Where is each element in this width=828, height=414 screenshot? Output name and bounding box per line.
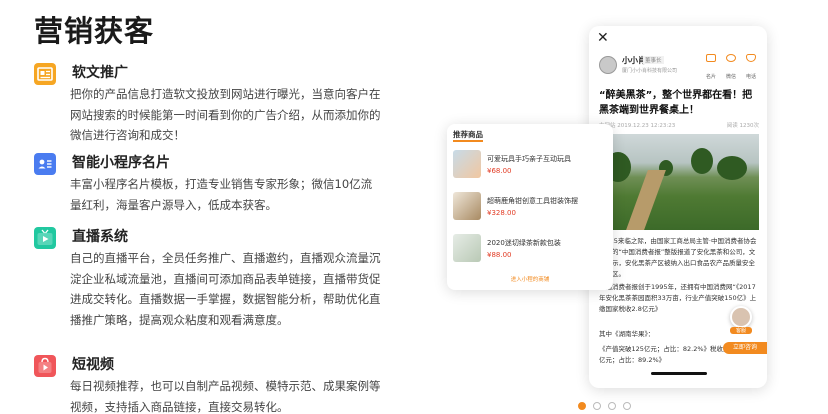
article-headline: “醉美黑茶”，整个世界都在看！把黑茶端到世界餐桌上！ (599, 90, 753, 116)
wechat-action-button[interactable]: 微信 (721, 54, 741, 82)
product-thumbnail (453, 150, 481, 178)
feature-short-video: 短视频 每日视频推荐，也可以自制产品视频、模特示范、成果案例等视频，支持插入商品… (34, 354, 381, 414)
pagination-dot[interactable] (593, 402, 601, 410)
feature-desc: 丰富小程序名片模板，打造专业销售专家形象；微信10亿流量红利，海量客户源导入，低… (70, 177, 373, 212)
feature-desc: 自己的直播平台，全员任务推广、直播邀约，直播观众流量沉淀企业私域流量池，直播间可… (70, 251, 381, 327)
article-source: 其中《湖南华果》： (599, 330, 655, 338)
enter-shop-link[interactable]: 进入小程的商铺 (447, 275, 613, 283)
card-action-button[interactable]: 名片 (701, 54, 721, 82)
profile-company: 厦门小小肖科技有限公司 (622, 68, 678, 74)
feature-title: 智能小程序名片 (72, 155, 170, 171)
close-icon[interactable]: ✕ (597, 30, 609, 46)
feature-mini-program-card: 智能小程序名片 丰富小程序名片模板，打造专业销售专家形象；微信10亿流量红利，海… (34, 152, 372, 216)
card-title: 推荐商品 (453, 130, 483, 142)
avatar (599, 56, 617, 74)
phone-icon (746, 54, 756, 62)
product-item[interactable]: 超萌鹿角钳创意工具钳装饰摆 ¥328.00 (453, 192, 607, 232)
live-play-icon (34, 227, 56, 249)
phone-action-button[interactable]: 电话 (741, 54, 761, 82)
article-photo (599, 134, 759, 230)
product-thumbnail (453, 192, 481, 220)
feature-title: 软文推广 (72, 65, 128, 81)
phone-article-preview: ✕ 小小肖 董事长 厦门小小肖科技有限公司 名片 微信 电话 “醉美黑茶”，整个… (589, 26, 767, 388)
pagination-dot[interactable] (608, 402, 616, 410)
product-item[interactable]: 可爱玩具手巧亲子互动玩具 ¥68.00 (453, 150, 607, 190)
card-icon (706, 54, 716, 62)
product-thumbnail (453, 234, 481, 262)
article-meta: 市网站 2019.12.23 12:23:23 阅读 1230次 (599, 123, 759, 129)
video-bag-icon (34, 355, 56, 377)
pagination-dot[interactable] (623, 402, 631, 410)
consult-button[interactable]: 立即咨询 (723, 342, 767, 354)
page-title: 营销获客 (34, 14, 155, 48)
article-icon (34, 63, 56, 85)
feature-article-promotion: 软文推广 把你的产品信息打造软文投放到网站进行曝光，当意向客户在网站搜索的时候能… (34, 62, 381, 142)
business-card-icon (34, 153, 56, 175)
profile-role: 董事长 (643, 56, 664, 64)
recommended-products-card: 推荐商品 可爱玩具手巧亲子互动玩具 ¥68.00 超萌鹿角钳创意工具钳装饰摆 ¥… (447, 124, 613, 290)
product-item[interactable]: 2020迷切绿茶新款包装 ¥88.00 (453, 234, 607, 274)
feature-live-streaming: 直播系统 自己的直播平台，全员任务推广、直播邀约，直播观众流量沉淀企业私域流量池… (34, 226, 381, 346)
home-indicator (651, 372, 707, 375)
feature-title: 直播系统 (72, 229, 128, 245)
feature-title: 短视频 (72, 357, 114, 373)
agent-avatar[interactable] (730, 306, 752, 328)
agent-label: 客服 (730, 327, 752, 334)
feature-desc: 每日视频推荐，也可以自制产品视频、模特示范、成果案例等视频，支持插入商品链接，直… (70, 379, 381, 414)
pagination-dot[interactable] (578, 402, 586, 410)
article-body: 4月15来临之际，由国家工商总局主管·中国消费者协会主办的“中国消费者报”整版报… (599, 237, 757, 313)
feature-desc: 把你的产品信息打造软文投放到网站进行曝光，当意向客户在网站搜索的时候能第一时间看… (70, 87, 381, 142)
wechat-icon (726, 54, 736, 62)
